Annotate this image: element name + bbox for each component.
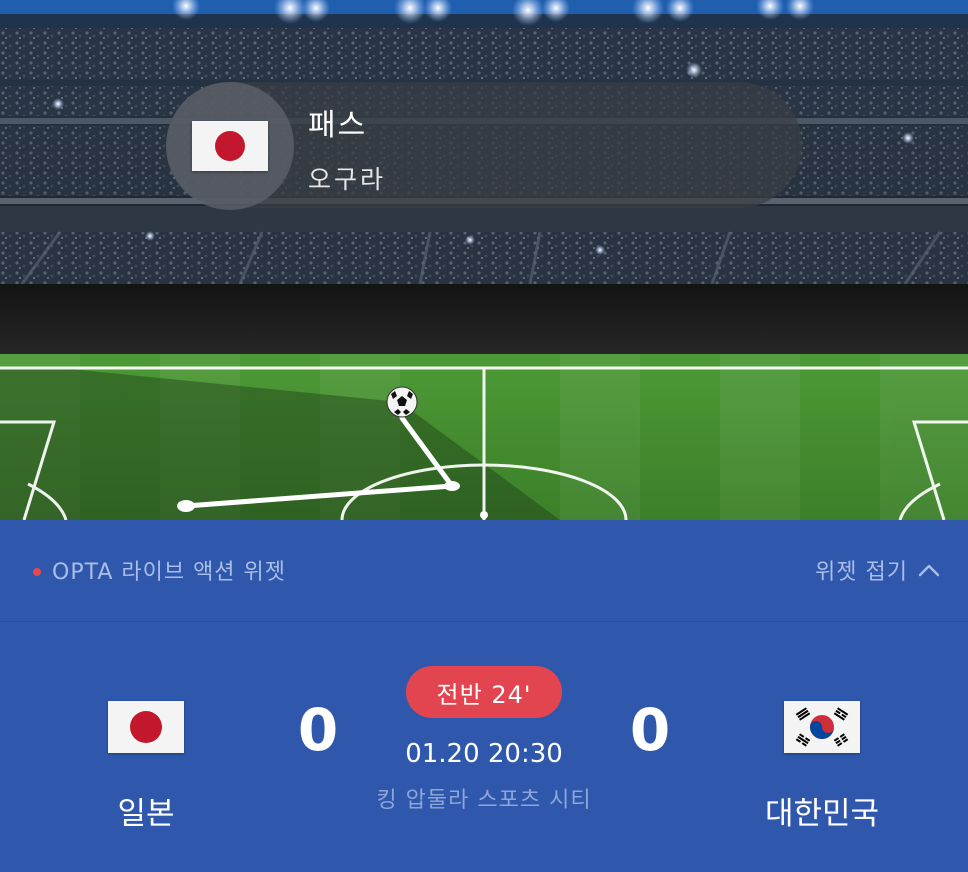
soccer-ball-icon	[386, 386, 418, 418]
widget-title: OPTA 라이브 액션 위젯	[52, 560, 287, 585]
match-panel: OPTA 라이브 액션 위젯 위젯 접기 일본 0 전반 24' 01.20 2…	[0, 520, 968, 872]
away-score: 0	[629, 696, 671, 764]
stadium-scene	[0, 0, 968, 520]
pitch-visualization: 패스 오구라	[0, 0, 968, 520]
match-venue: 킹 압둘라 스포츠 시티	[376, 788, 592, 813]
opta-live-widget: 패스 오구라 OPTA 라이브 액션 위젯 위젯 접기 일본 0 전반 24' …	[0, 0, 968, 872]
japan-flag-icon	[192, 121, 268, 171]
chevron-up-icon	[918, 564, 940, 577]
event-player: 오구라	[308, 165, 387, 194]
live-indicator-icon	[33, 568, 41, 576]
away-team-name: 대한민국	[764, 796, 880, 832]
collapse-widget-label: 위젯 접기	[815, 560, 908, 585]
home-score: 0	[297, 696, 339, 764]
japan-flag-icon	[108, 701, 184, 753]
widget-header: OPTA 라이브 액션 위젯 위젯 접기	[0, 520, 968, 622]
match-period-badge: 전반 24'	[406, 666, 562, 718]
event-flag-badge	[166, 82, 294, 210]
south-korea-flag-icon	[784, 701, 860, 753]
home-team-name: 일본	[117, 796, 175, 832]
event-type: 패스	[308, 108, 368, 143]
match-datetime: 01.20 20:30	[405, 739, 563, 769]
collapse-widget-button[interactable]: 위젯 접기	[815, 552, 940, 588]
